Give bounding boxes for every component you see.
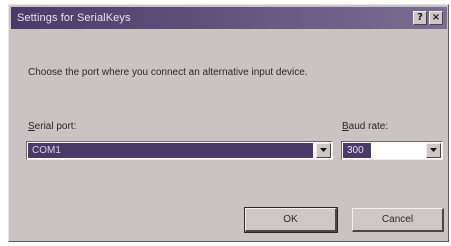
baud-rate-dropdown-button[interactable] <box>426 143 441 158</box>
baud-rate-label: Baud rate: <box>342 121 388 132</box>
ok-button[interactable]: OK <box>244 207 338 233</box>
chevron-down-icon <box>320 148 327 152</box>
baud-rate-value: 300 <box>343 143 371 158</box>
window-title: Settings for SerialKeys <box>17 12 131 24</box>
serial-port-label-text: erial port: <box>34 121 77 132</box>
baud-rate-dropdown[interactable]: 300 <box>341 141 443 160</box>
serial-port-dropdown[interactable]: COM1 <box>26 141 333 160</box>
serial-port-label: Serial port: <box>28 121 76 132</box>
serial-port-value: COM1 <box>28 143 313 158</box>
baud-rate-label-accelerator: B <box>342 121 349 132</box>
title-bar[interactable]: Settings for SerialKeys ? × <box>11 7 447 29</box>
chevron-down-icon <box>430 148 437 152</box>
serialkeys-settings-dialog: Settings for SerialKeys ? × Choose the p… <box>8 4 449 242</box>
instruction-text: Choose the port where you connect an alt… <box>28 67 308 78</box>
baud-rate-label-text: aud rate: <box>348 121 389 132</box>
help-button[interactable]: ? <box>413 11 427 25</box>
serial-port-label-accelerator: S <box>28 121 35 132</box>
cancel-button[interactable]: Cancel <box>352 208 444 232</box>
serial-port-dropdown-button[interactable] <box>316 143 331 158</box>
close-button[interactable]: × <box>429 11 443 25</box>
